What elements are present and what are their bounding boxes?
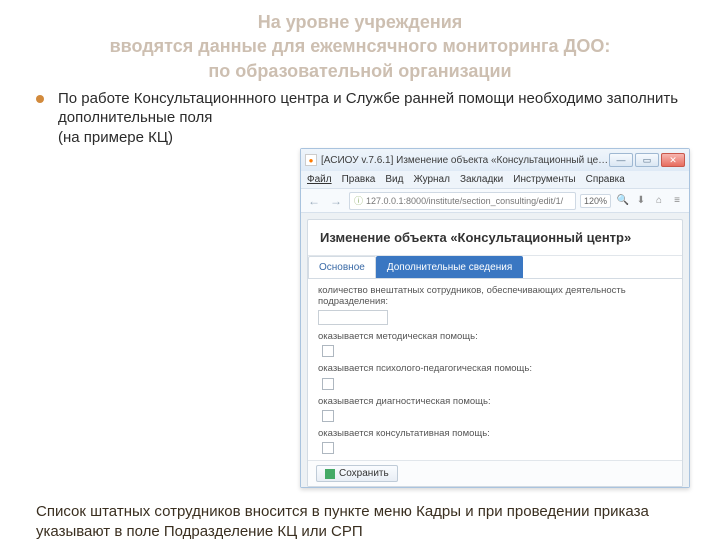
menubar: Файл Правка Вид Журнал Закладки Инструме…: [301, 171, 689, 189]
zoom-indicator[interactable]: 120%: [580, 194, 611, 208]
slide-title-line3: по образовательной организации: [208, 61, 511, 81]
slide-title-line1: На уровне учреждения: [258, 12, 463, 32]
window-titlebar: ● [АСИОУ v.7.6.1] Изменение объекта «Кон…: [301, 149, 689, 171]
menu-view[interactable]: Вид: [385, 174, 403, 185]
count-input[interactable]: [318, 310, 388, 325]
menu-icon[interactable]: ≡: [669, 193, 685, 209]
menu-history[interactable]: Журнал: [413, 174, 450, 185]
form-card: Изменение объекта «Консультационный цент…: [307, 219, 683, 487]
address-bar: ← → ⓘ 127.0.0.1:8000/institute/section_c…: [301, 189, 689, 213]
field-label-psych: оказывается психолого-педагогическая пом…: [318, 363, 672, 374]
tab-main[interactable]: Основное: [308, 256, 376, 278]
field-label-method: оказывается методическая помощь:: [318, 331, 672, 342]
save-button-label: Сохранить: [339, 468, 389, 479]
consult-checkbox[interactable]: [322, 442, 334, 454]
home-icon[interactable]: ⌂: [651, 193, 667, 209]
back-icon[interactable]: ←: [305, 192, 323, 210]
window-title: [АСИОУ v.7.6.1] Изменение объекта «Консу…: [321, 155, 609, 166]
save-button[interactable]: Сохранить: [316, 465, 398, 482]
bullet-icon: [36, 95, 44, 103]
field-label-count: количество внештатных сотрудников, обесп…: [318, 285, 672, 308]
diag-checkbox[interactable]: [322, 410, 334, 422]
footer-paragraph: Список штатных сотрудников вносится в пу…: [0, 502, 720, 540]
save-bar: Сохранить: [308, 460, 682, 486]
body-paragraph: По работе Консультационнного центра и Сл…: [58, 90, 678, 127]
browser-window: ● [АСИОУ v.7.6.1] Изменение объекта «Кон…: [300, 148, 690, 488]
psych-checkbox[interactable]: [322, 378, 334, 390]
field-label-diag: оказывается диагностическая помощь:: [318, 396, 672, 407]
menu-bookmarks[interactable]: Закладки: [460, 174, 503, 185]
field-label-consult: оказывается консультативная помощь:: [318, 428, 672, 439]
tab-additional[interactable]: Дополнительные сведения: [376, 256, 523, 278]
minimize-button[interactable]: —: [609, 153, 633, 167]
page-heading: Изменение объекта «Консультационный цент…: [308, 220, 682, 256]
form-body: количество внештатных сотрудников, обесп…: [308, 279, 682, 460]
forward-icon[interactable]: →: [327, 192, 345, 210]
info-icon: ⓘ: [354, 194, 363, 207]
maximize-button[interactable]: ▭: [635, 153, 659, 167]
tabs: Основное Дополнительные сведения: [308, 256, 682, 279]
menu-help[interactable]: Справка: [586, 174, 625, 185]
method-checkbox[interactable]: [322, 345, 334, 357]
slide-title-line2: вводятся данные для ежемнсячного монитор…: [110, 36, 611, 56]
url-text: 127.0.0.1:8000/institute/section_consult…: [366, 196, 563, 206]
menu-tools[interactable]: Инструменты: [513, 174, 575, 185]
close-button[interactable]: ✕: [661, 153, 685, 167]
menu-file[interactable]: Файл: [307, 174, 332, 185]
search-icon[interactable]: 🔍: [615, 193, 631, 209]
body-paragraph-2: (на примере КЦ): [58, 129, 173, 146]
download-icon[interactable]: ⬇: [633, 193, 649, 209]
menu-edit[interactable]: Правка: [342, 174, 376, 185]
disk-icon: [325, 469, 335, 479]
favicon-icon: ●: [305, 154, 317, 166]
url-field[interactable]: ⓘ 127.0.0.1:8000/institute/section_consu…: [349, 192, 576, 210]
page-area: Изменение объекта «Консультационный цент…: [301, 213, 689, 487]
